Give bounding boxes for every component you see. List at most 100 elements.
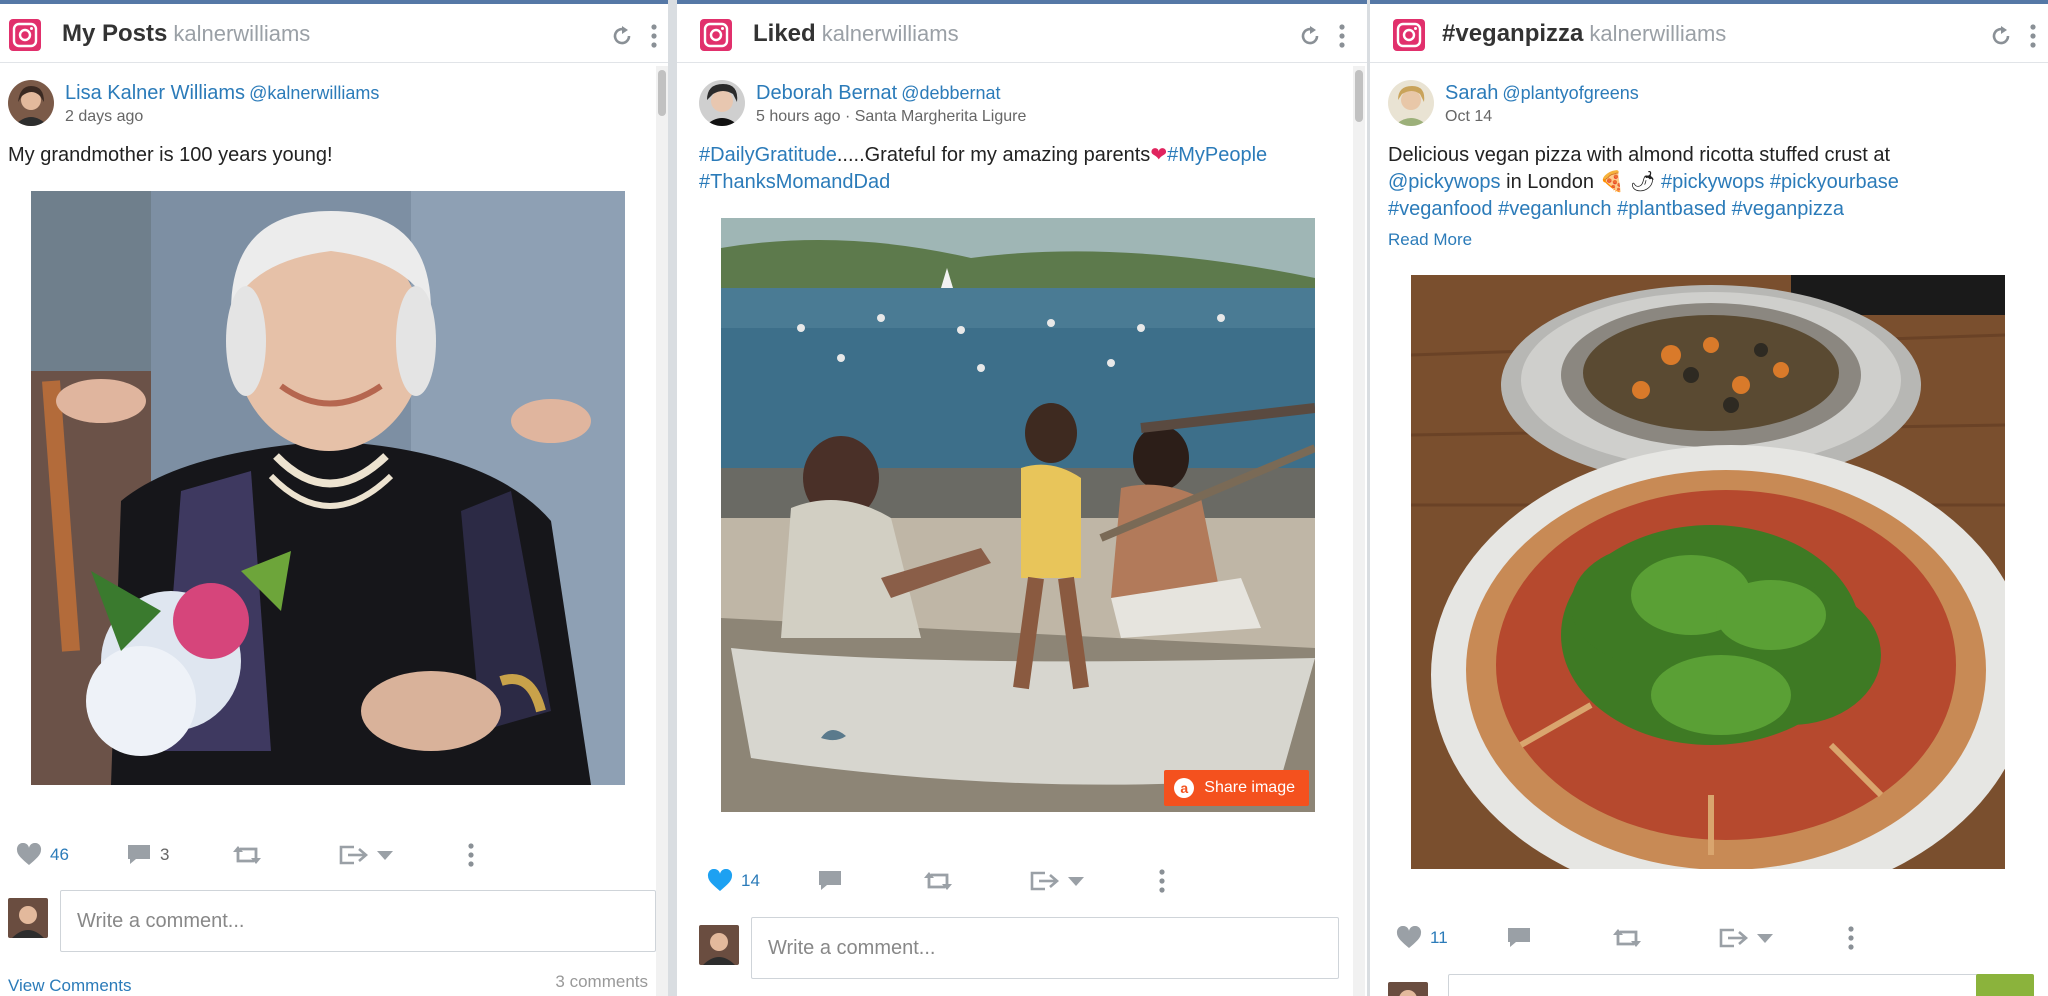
author-name-link[interactable]: Sarah <box>1445 82 1498 104</box>
more-vertical-icon[interactable] <box>1337 23 1347 49</box>
share-icon <box>338 843 368 867</box>
like-button[interactable]: 11 <box>1396 923 1448 953</box>
instagram-icon <box>1392 18 1426 52</box>
hashtag-link[interactable]: #pickywops <box>1661 171 1764 193</box>
column-title: My Posts kalnerwilliams <box>62 20 310 48</box>
post-text-body: in London 🍕 🌶 <box>1500 171 1661 193</box>
post-text-body: .....Grateful for my amazing parents <box>836 144 1151 166</box>
hashtag-link[interactable]: #veganpizza <box>1732 198 1844 220</box>
share-image-button[interactable]: a Share image <box>1164 770 1309 806</box>
more-vertical-icon[interactable] <box>649 23 659 49</box>
avatar <box>699 925 739 965</box>
stream-column-veganpizza: #veganpizza kalnerwilliams Sarah @plantyof… <box>1370 0 2048 996</box>
post-text: My grandmother is 100 years young! <box>8 144 333 166</box>
comment-input[interactable] <box>1448 974 1988 996</box>
post-image[interactable]: a Share image <box>721 218 1315 812</box>
comment-button[interactable] <box>817 866 843 896</box>
retweet-icon <box>1612 926 1642 950</box>
scrollbar[interactable] <box>1353 66 1365 996</box>
column-account: kalnerwilliams <box>821 21 959 46</box>
hashtag-link[interactable]: #plantbased <box>1617 198 1726 220</box>
like-count: 14 <box>741 871 760 890</box>
retweet-button[interactable] <box>232 840 262 870</box>
scrollbar-thumb[interactable] <box>1355 70 1363 122</box>
refresh-icon[interactable] <box>609 23 635 49</box>
avatar[interactable] <box>699 80 745 126</box>
author-handle-link[interactable]: @kalnerwilliams <box>249 83 379 103</box>
column-title: #veganpizza kalnerwilliams <box>1442 20 1726 48</box>
comment-icon <box>1506 926 1532 950</box>
share-logo-icon: a <box>1174 778 1195 798</box>
like-count: 46 <box>50 845 69 864</box>
scrollbar[interactable] <box>656 66 668 996</box>
comment-count: 3 <box>160 845 170 864</box>
comment-input[interactable] <box>751 917 1339 979</box>
chevron-down-icon <box>1756 932 1774 944</box>
stream-column-my-posts: My Posts kalnerwilliams Lisa Kalner Willi… <box>0 0 668 996</box>
author-line: Lisa Kalner Williams @kalnerwilliams <box>65 82 379 105</box>
chevron-down-icon <box>376 849 394 861</box>
avatar <box>1388 982 1428 996</box>
mention-link[interactable]: @pickywops <box>1388 171 1501 193</box>
author-name-link[interactable]: Lisa Kalner Williams <box>65 82 245 104</box>
more-vertical-icon[interactable] <box>2028 23 2038 49</box>
share-icon <box>1029 869 1059 893</box>
post-image[interactable] <box>1411 275 2005 869</box>
more-options-button[interactable] <box>466 840 476 870</box>
avatar[interactable] <box>1388 80 1434 126</box>
hashtag-link[interactable]: #pickyourbase <box>1770 171 1899 193</box>
post-timestamp[interactable]: 2 days ago <box>65 108 143 126</box>
hashtag-link[interactable]: #veganlunch <box>1498 198 1611 220</box>
hashtag-link[interactable]: #MyPeople <box>1167 144 1267 166</box>
view-comments-link[interactable]: View Comments <box>8 976 131 996</box>
retweet-button[interactable] <box>923 866 953 896</box>
comment-input[interactable] <box>60 890 656 952</box>
post-timestamp[interactable]: Oct 14 <box>1445 108 1492 126</box>
share-button[interactable] <box>338 840 394 870</box>
column-title: Liked kalnerwilliams <box>753 20 959 48</box>
more-vertical-icon <box>466 842 476 868</box>
like-count: 11 <box>1430 928 1448 947</box>
share-button[interactable] <box>1029 866 1085 896</box>
more-options-button[interactable] <box>1846 923 1856 953</box>
post-comment-button[interactable] <box>1976 974 2034 996</box>
refresh-icon[interactable] <box>1297 23 1323 49</box>
comment-button[interactable] <box>1506 923 1532 953</box>
author-name-link[interactable]: Deborah Bernat <box>756 82 897 104</box>
more-options-button[interactable] <box>1157 866 1167 896</box>
author-handle-link[interactable]: @plantyofgreens <box>1502 83 1638 103</box>
like-button[interactable]: 46 <box>16 840 69 870</box>
share-button[interactable] <box>1718 923 1774 953</box>
instagram-icon <box>699 18 733 52</box>
retweet-button[interactable] <box>1612 923 1642 953</box>
post-actions: 11 <box>1396 923 1876 953</box>
avatar[interactable] <box>8 80 54 126</box>
author-handle-link[interactable]: @debbernat <box>901 83 1000 103</box>
heart-icon <box>1396 926 1422 950</box>
hashtag-link[interactable]: #DailyGratitude <box>699 144 837 166</box>
author-line: Deborah Bernat @debbernat <box>756 82 1001 105</box>
share-image-label: Share image <box>1204 779 1295 796</box>
hashtag-link[interactable]: #ThanksMomandDad <box>699 171 890 193</box>
post-actions: 14 <box>707 866 1187 896</box>
column-header: #veganpizza kalnerwilliams <box>1370 4 2048 63</box>
retweet-icon <box>923 869 953 893</box>
post-timestamp-location[interactable]: 5 hours ago · Santa Margherita Ligure <box>756 108 1026 126</box>
column-header: My Posts kalnerwilliams <box>0 4 668 63</box>
column-title-text: My Posts <box>62 20 168 47</box>
read-more-link[interactable]: Read More <box>1388 230 1472 250</box>
column-title-text: Liked <box>753 20 816 47</box>
heart-icon <box>16 843 42 867</box>
comment-icon <box>126 843 152 867</box>
avatar <box>8 898 48 938</box>
refresh-icon[interactable] <box>1988 23 2014 49</box>
hashtag-link[interactable]: #veganfood <box>1388 198 1493 220</box>
like-button[interactable]: 14 <box>707 866 760 896</box>
comment-composer <box>1388 974 2028 996</box>
post-actions: 46 3 <box>16 840 496 870</box>
instagram-icon <box>8 18 42 52</box>
heart-emoji: ❤ <box>1150 144 1168 166</box>
scrollbar-thumb[interactable] <box>658 70 666 116</box>
post-image[interactable] <box>31 191 625 785</box>
comment-button[interactable]: 3 <box>126 840 169 870</box>
